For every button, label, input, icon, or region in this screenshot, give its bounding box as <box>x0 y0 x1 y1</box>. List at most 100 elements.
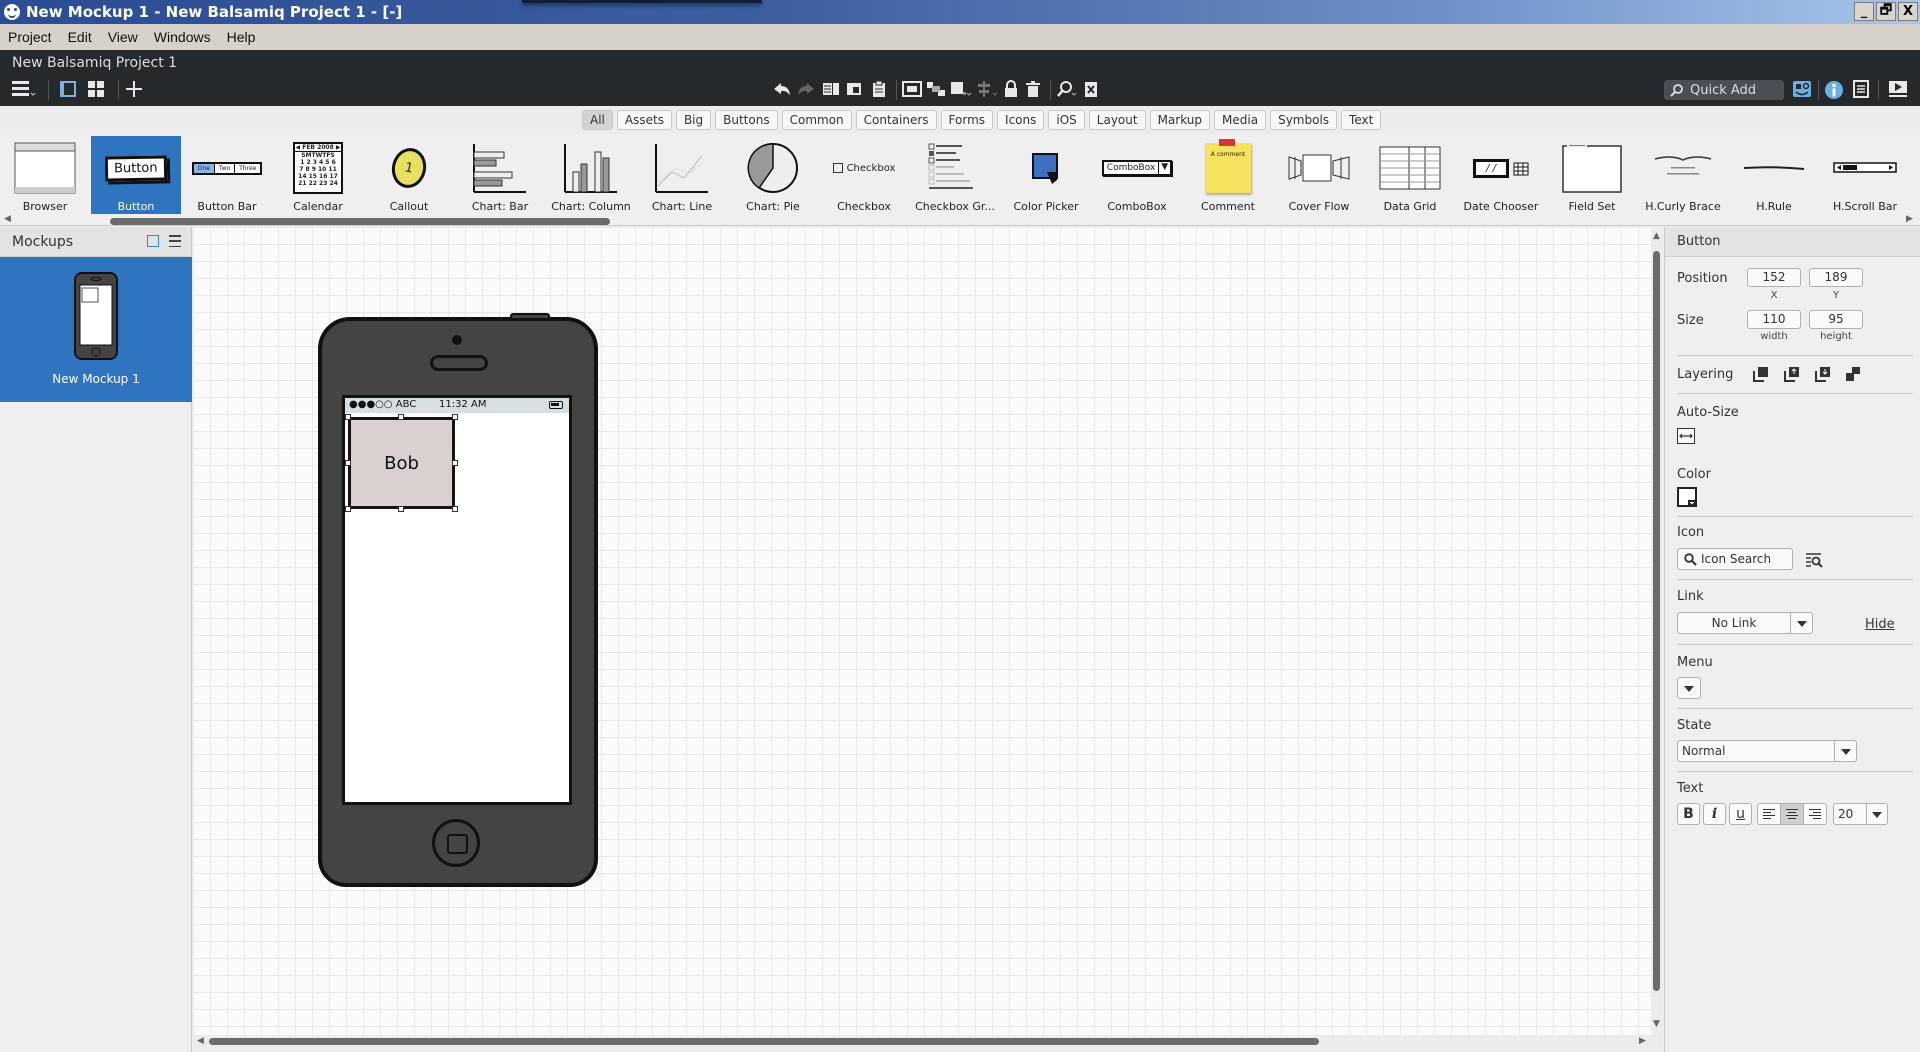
library-item-checkbox[interactable]: Checkbox Checkbox <box>819 136 909 214</box>
browse-icons-icon[interactable] <box>1805 552 1825 568</box>
bring-to-front-icon[interactable] <box>1753 366 1769 382</box>
group-icon[interactable] <box>902 80 922 103</box>
menu-edit[interactable]: Edit <box>68 29 92 45</box>
canvas-horizontal-scrollbar[interactable]: ◀ ▶ <box>193 1035 1663 1049</box>
library-item-combobox[interactable]: ComboBox ▼ ComboBox <box>1092 136 1182 214</box>
italic-button[interactable]: i <box>1703 803 1726 825</box>
mockup-list-item[interactable]: New Mockup 1 <box>0 257 192 402</box>
minimize-button[interactable]: _ <box>1854 2 1874 21</box>
position-y-input[interactable]: 189 <box>1809 268 1863 287</box>
lock-icon[interactable] <box>1002 80 1020 103</box>
filter-tab-big[interactable]: Big <box>675 110 712 130</box>
resize-handle-n[interactable] <box>398 414 404 420</box>
library-item-color-picker[interactable]: Color Picker <box>1001 136 1091 214</box>
bring-forward-icon[interactable] <box>1784 366 1800 382</box>
scroll-right-icon[interactable]: ▶ <box>1639 1036 1646 1046</box>
arrange-icon[interactable] <box>950 80 972 103</box>
vertical-scroll-thumb[interactable] <box>1653 251 1660 991</box>
filter-tab-buttons[interactable]: Buttons <box>715 110 778 130</box>
align-left-button[interactable] <box>1757 803 1781 825</box>
resize-handle-s[interactable] <box>398 506 404 512</box>
position-x-input[interactable]: 152 <box>1747 268 1801 287</box>
single-view-icon[interactable] <box>58 80 78 103</box>
width-input[interactable]: 110 <box>1747 310 1801 329</box>
ungroup-icon[interactable] <box>926 80 946 103</box>
close-button[interactable]: X <box>1898 2 1918 21</box>
copy-icon[interactable] <box>822 80 840 103</box>
notes-icon[interactable] <box>1852 80 1870 103</box>
find-icon[interactable] <box>1056 80 1078 103</box>
link-dropdown[interactable]: No Link <box>1677 612 1813 634</box>
filter-tab-containers[interactable]: Containers <box>855 110 937 130</box>
resize-handle-se[interactable] <box>452 506 458 512</box>
resize-handle-ne[interactable] <box>452 414 458 420</box>
state-dropdown[interactable]: Normal <box>1677 740 1857 762</box>
send-to-back-icon[interactable] <box>1845 366 1861 382</box>
hide-link-button[interactable]: Hide <box>1865 617 1895 632</box>
add-icon[interactable] <box>124 80 144 103</box>
menu-view[interactable]: View <box>108 29 138 45</box>
align-center-button[interactable] <box>1780 803 1804 825</box>
send-backward-icon[interactable] <box>1815 366 1831 382</box>
restore-button[interactable]: 🗗 <box>1876 2 1896 21</box>
library-item-data-grid[interactable]: Data Grid <box>1365 136 1455 214</box>
library-scrollbar-thumb[interactable] <box>110 218 610 225</box>
filter-tab-media[interactable]: Media <box>1214 110 1267 130</box>
align-right-button[interactable] <box>1803 803 1827 825</box>
scroll-up-icon[interactable]: ▲ <box>1653 231 1660 241</box>
selected-button-widget[interactable]: Bob <box>348 417 455 509</box>
menu-help[interactable]: Help <box>227 29 256 45</box>
resize-handle-w[interactable] <box>345 460 351 466</box>
icon-search-input[interactable]: Icon Search <box>1677 548 1793 570</box>
scroll-down-icon[interactable]: ▼ <box>1653 1019 1660 1029</box>
filter-tab-all[interactable]: All <box>582 110 613 130</box>
filter-tab-icons[interactable]: Icons <box>997 110 1045 130</box>
filter-tab-common[interactable]: Common <box>781 110 852 130</box>
clear-icon[interactable] <box>1082 80 1100 103</box>
library-item-date-chooser[interactable]: / / Date Chooser <box>1456 136 1546 214</box>
scroll-left-icon[interactable]: ◀ <box>197 1036 204 1046</box>
library-item-h-curly-brace[interactable]: H.Curly Brace <box>1638 136 1728 214</box>
list-view-icon[interactable] <box>169 235 181 247</box>
library-item-cover-flow[interactable]: Cover Flow <box>1274 136 1364 214</box>
delete-icon[interactable] <box>1024 80 1042 103</box>
thumbnail-view-icon[interactable] <box>147 235 159 247</box>
library-item-chart-pie[interactable]: Chart: Pie <box>728 136 818 214</box>
library-item-callout[interactable]: 1 Callout <box>364 136 454 214</box>
font-size-dropdown[interactable]: 20 <box>1833 803 1888 825</box>
resize-handle-sw[interactable] <box>345 506 351 512</box>
menu-icon[interactable] <box>12 80 36 103</box>
color-swatch-button[interactable] <box>1677 487 1697 507</box>
horizontal-scroll-thumb[interactable] <box>209 1038 1319 1045</box>
ui-library-icon[interactable] <box>1792 80 1812 103</box>
resize-handle-nw[interactable] <box>345 414 351 420</box>
bold-button[interactable]: B <box>1677 803 1700 825</box>
library-item-button-bar[interactable]: One Two Three Button Bar <box>182 136 272 214</box>
library-item-chart-column[interactable]: Chart: Column <box>546 136 636 214</box>
filter-tab-markup[interactable]: Markup <box>1149 110 1211 130</box>
library-scroll-left-icon[interactable]: ◀ <box>4 214 11 224</box>
filter-tab-ios[interactable]: iOS <box>1048 110 1085 130</box>
align-icon[interactable] <box>976 80 998 103</box>
filter-tab-assets[interactable]: Assets <box>616 110 672 130</box>
library-item-comment[interactable]: A comment Comment <box>1183 136 1273 214</box>
present-icon[interactable] <box>1888 80 1908 103</box>
menu-windows[interactable]: Windows <box>154 29 211 45</box>
menu-project[interactable]: Project <box>8 29 52 45</box>
library-item-chart-bar[interactable]: Chart: Bar <box>455 136 545 214</box>
filter-tab-layout[interactable]: Layout <box>1088 110 1146 130</box>
redo-icon[interactable] <box>796 80 816 103</box>
library-item-h-rule[interactable]: H.Rule <box>1729 136 1819 214</box>
library-item-h-scroll-bar[interactable]: H.Scroll Bar <box>1820 136 1910 214</box>
iphone-mockup[interactable]: ●●●○○ ABC 11:32 AM Bob <box>318 313 598 887</box>
library-item-button[interactable]: Button Button <box>91 136 181 214</box>
library-item-calendar[interactable]: ◀ FEB 2008 ▶ SMTWTFS 1 2 3 4 5 67 8 9 10 1… <box>273 136 363 214</box>
library-scroll-right-icon[interactable]: ▶ <box>1906 214 1913 224</box>
library-item-field-set[interactable]: Field Set <box>1547 136 1637 214</box>
undo-icon[interactable] <box>772 80 792 103</box>
menu-dropdown-button[interactable] <box>1677 677 1701 699</box>
info-icon[interactable] <box>1824 80 1844 105</box>
canvas-vertical-scrollbar[interactable]: ▲ ▼ <box>1651 227 1663 1035</box>
filter-tab-text[interactable]: Text <box>1341 110 1382 130</box>
library-item-checkbox-gr[interactable]: Checkbox Gr... <box>910 136 1000 214</box>
